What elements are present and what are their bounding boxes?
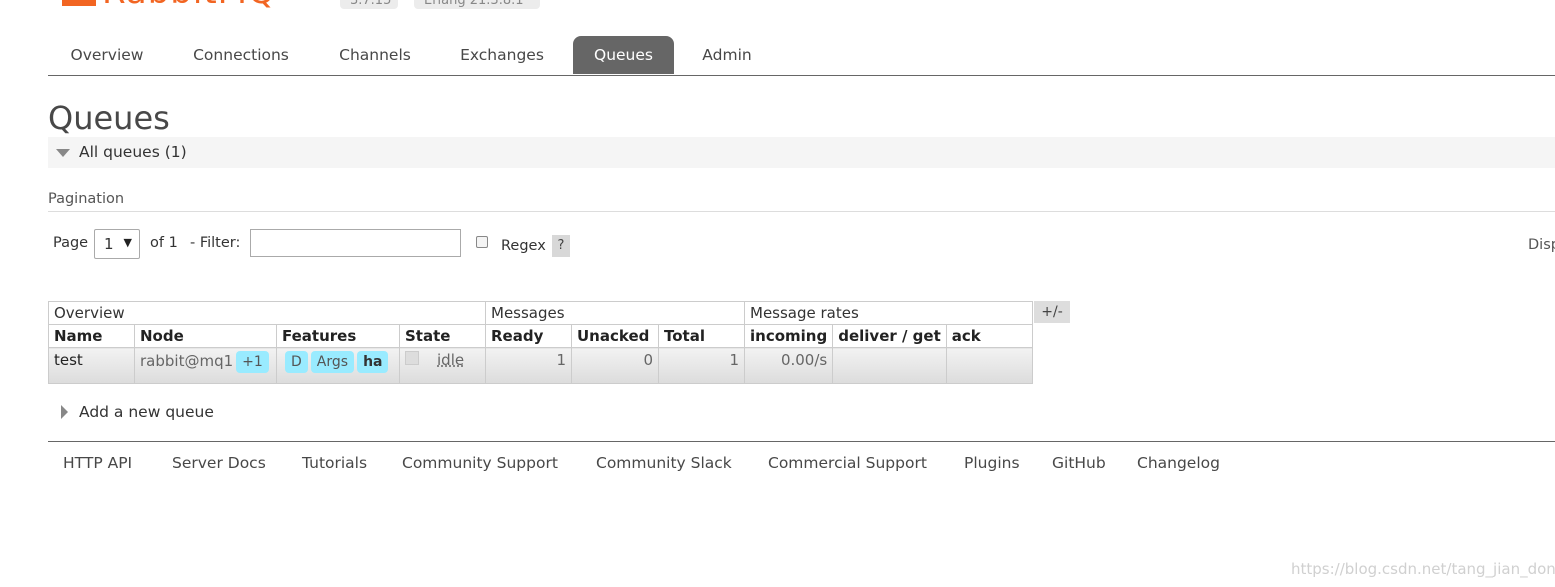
queue-state: idle bbox=[437, 351, 465, 369]
queue-node: rabbit@mq1 bbox=[140, 352, 234, 370]
queue-total: 1 bbox=[658, 347, 745, 384]
page-select[interactable]: 1 ▼ bbox=[94, 229, 140, 259]
col-total-header[interactable]: Total bbox=[658, 324, 745, 348]
rabbitmq-logo-mark bbox=[62, 0, 96, 6]
queue-ack-rate bbox=[945, 347, 1033, 384]
col-features-header: Features bbox=[276, 324, 400, 348]
col-ready-header[interactable]: Ready bbox=[485, 324, 572, 348]
feature-ha-tag: ha bbox=[357, 351, 389, 373]
tab-queues[interactable]: Queues bbox=[573, 36, 674, 74]
col-incoming-header[interactable]: incoming bbox=[743, 324, 834, 348]
column-toggle-button[interactable]: +/- bbox=[1034, 301, 1070, 323]
footer-link-github[interactable]: GitHub bbox=[1052, 454, 1106, 472]
all-queues-label: All queues (1) bbox=[79, 143, 187, 161]
footer-link-changelog[interactable]: Changelog bbox=[1137, 454, 1220, 472]
queue-name-link[interactable]: test bbox=[48, 347, 135, 384]
footer-link-community-support[interactable]: Community Support bbox=[402, 454, 558, 472]
collapse-triangle-icon bbox=[56, 149, 70, 157]
group-messages-header: Messages bbox=[485, 301, 745, 325]
tab-admin[interactable]: Admin bbox=[684, 36, 770, 74]
col-ack-header[interactable]: ack bbox=[945, 324, 1033, 348]
feature-durable-tag: D bbox=[285, 351, 308, 373]
footer-link-plugins[interactable]: Plugins bbox=[964, 454, 1020, 472]
group-message-rates-header: Message rates bbox=[744, 301, 1033, 325]
page-select-value: 1 bbox=[104, 235, 114, 253]
tab-channels[interactable]: Channels bbox=[318, 36, 432, 74]
tab-exchanges[interactable]: Exchanges bbox=[442, 36, 562, 74]
regex-checkbox[interactable] bbox=[476, 236, 488, 248]
queue-node-cell: rabbit@mq1 +1 bbox=[134, 347, 277, 384]
pagination-heading: Pagination bbox=[48, 191, 125, 207]
footer-divider bbox=[48, 441, 1555, 442]
tab-connections[interactable]: Connections bbox=[175, 36, 307, 74]
queue-unacked: 0 bbox=[571, 347, 659, 384]
footer-link-http-api[interactable]: HTTP API bbox=[63, 454, 132, 472]
queue-incoming-rate: 0.00/s bbox=[743, 347, 834, 384]
col-unacked-header[interactable]: Unacked bbox=[571, 324, 659, 348]
page-count-label: of 1 bbox=[150, 235, 178, 251]
table-row[interactable]: test rabbit@mq1 +1 D Args ha idle 1 0 1 0.0… bbox=[48, 347, 1033, 384]
footer-link-community-slack[interactable]: Community Slack bbox=[596, 454, 732, 472]
col-name-header[interactable]: Name bbox=[48, 324, 135, 348]
tab-overview[interactable]: Overview bbox=[48, 36, 166, 74]
regex-help-button[interactable]: ? bbox=[552, 235, 570, 257]
dropdown-arrow-icon: ▼ bbox=[123, 236, 132, 249]
table-column-header-row: Name Node Features State Ready Unacked T… bbox=[48, 324, 1033, 348]
version-badge: 3.7.15 bbox=[340, 0, 398, 9]
queue-features-cell: D Args ha bbox=[276, 347, 400, 384]
display-label: Disp bbox=[1528, 237, 1555, 253]
watermark: https://blog.csdn.net/tang_jian_dong bbox=[1291, 560, 1555, 578]
state-indicator-icon bbox=[405, 350, 419, 365]
all-queues-toggle[interactable]: All queues (1) bbox=[48, 137, 1555, 168]
table-group-header-row: Overview Messages Message rates bbox=[48, 301, 1033, 325]
group-overview-header: Overview bbox=[48, 301, 486, 325]
footer-link-commercial-support[interactable]: Commercial Support bbox=[768, 454, 927, 472]
queue-deliver-get-rate bbox=[832, 347, 947, 384]
rabbitmq-logo-text: RabbitMQ bbox=[102, 0, 276, 12]
footer-link-server-docs[interactable]: Server Docs bbox=[172, 454, 266, 472]
queue-state-cell: idle bbox=[399, 347, 486, 384]
regex-label: Regex bbox=[501, 238, 546, 254]
expand-triangle-icon bbox=[61, 405, 68, 419]
pagination-divider bbox=[48, 211, 1555, 212]
filter-input[interactable] bbox=[250, 229, 461, 257]
queue-ready: 1 bbox=[485, 347, 572, 384]
col-deliver-get-header[interactable]: deliver / get bbox=[832, 324, 947, 348]
erlang-version-badge: Erlang 21.3.8.1 bbox=[414, 0, 540, 9]
page-title: Queues bbox=[48, 99, 170, 137]
queues-table: Overview Messages Message rates Name Nod… bbox=[48, 301, 1033, 384]
main-nav: Overview Connections Channels Exchanges … bbox=[48, 36, 1555, 76]
node-mirror-badge: +1 bbox=[236, 351, 269, 373]
col-node-header[interactable]: Node bbox=[134, 324, 277, 348]
add-queue-label: Add a new queue bbox=[79, 403, 214, 421]
filter-label: - Filter: bbox=[190, 235, 241, 251]
col-state-header[interactable]: State bbox=[399, 324, 486, 348]
footer-link-tutorials[interactable]: Tutorials bbox=[302, 454, 367, 472]
feature-args-tag: Args bbox=[310, 351, 355, 373]
page-label: Page bbox=[53, 235, 89, 251]
